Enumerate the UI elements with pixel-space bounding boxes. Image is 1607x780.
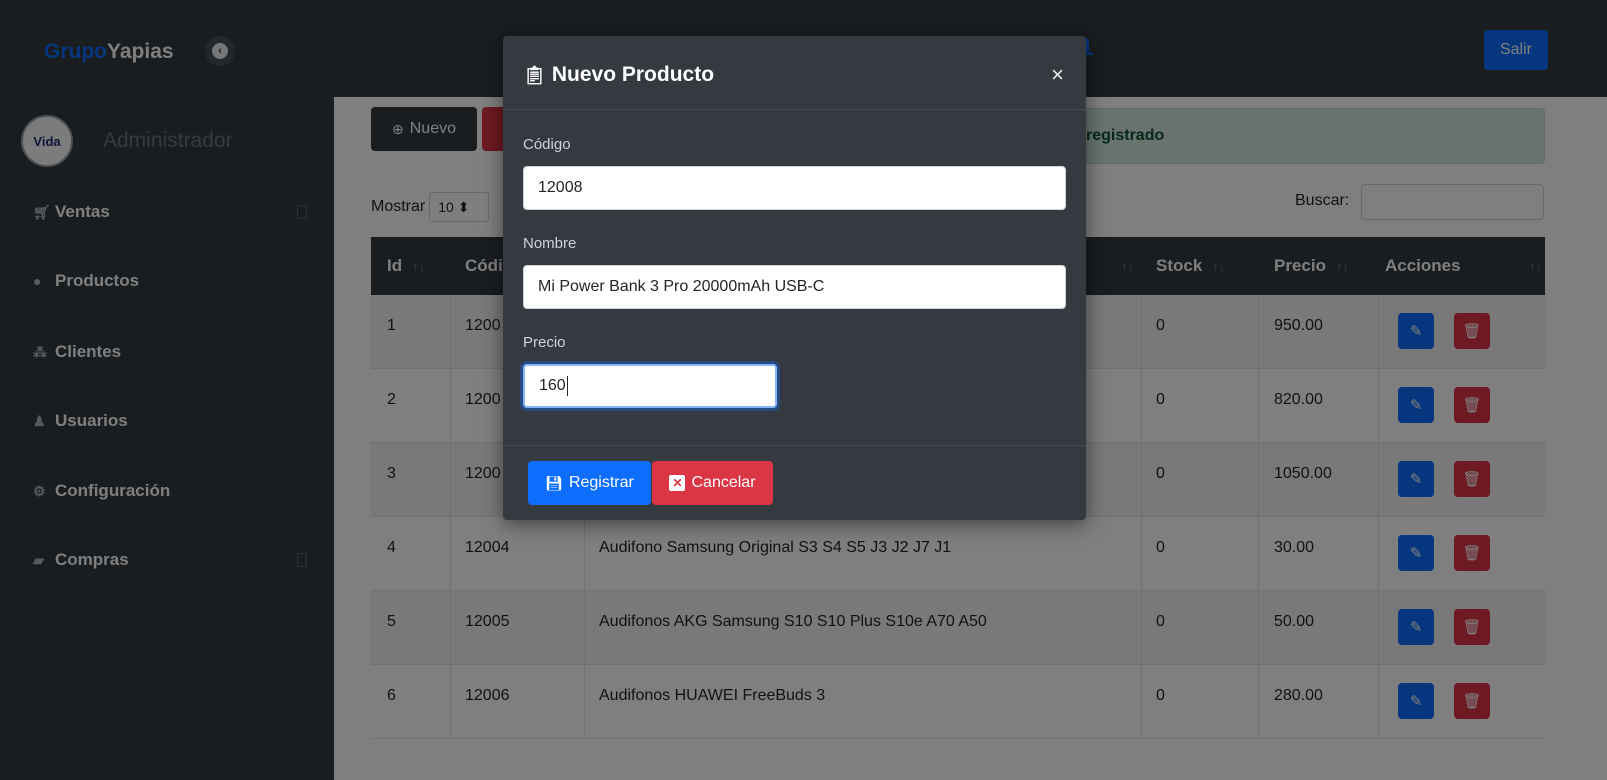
precio-label: Precio — [523, 334, 566, 351]
new-product-modal: 📋︎ Nuevo Producto × Código 12008 Nombre … — [503, 36, 1086, 520]
codigo-value: 12008 — [538, 179, 583, 196]
nombre-value: Mi Power Bank 3 Pro 20000mAh USB-C — [538, 278, 825, 295]
modal-title-text: Nuevo Producto — [551, 63, 715, 86]
modal-footer: 💾︎ Registrar ✕ Cancelar — [503, 445, 1086, 521]
close-square-icon: ✕ — [669, 475, 686, 491]
precio-field[interactable]: 160 — [523, 364, 777, 408]
modal-header: 📋︎ Nuevo Producto × — [503, 36, 1086, 110]
codigo-label: Código — [523, 136, 571, 153]
nombre-label: Nombre — [523, 235, 577, 252]
register-button[interactable]: 💾︎ Registrar — [528, 461, 651, 505]
modal-title: 📋︎ Nuevo Producto — [523, 63, 714, 87]
save-icon: 💾︎ — [545, 474, 563, 491]
codigo-field[interactable]: 12008 — [523, 166, 1066, 210]
text-cursor — [566, 376, 568, 396]
nombre-field[interactable]: Mi Power Bank 3 Pro 20000mAh USB-C — [523, 265, 1066, 309]
precio-value: 160 — [539, 377, 566, 394]
register-label: Registrar — [568, 474, 634, 491]
clipboard-icon: 📋︎ — [523, 64, 546, 85]
close-icon[interactable]: × — [1051, 62, 1064, 88]
cancel-button[interactable]: ✕ Cancelar — [652, 461, 773, 505]
cancel-label: Cancelar — [691, 474, 756, 491]
